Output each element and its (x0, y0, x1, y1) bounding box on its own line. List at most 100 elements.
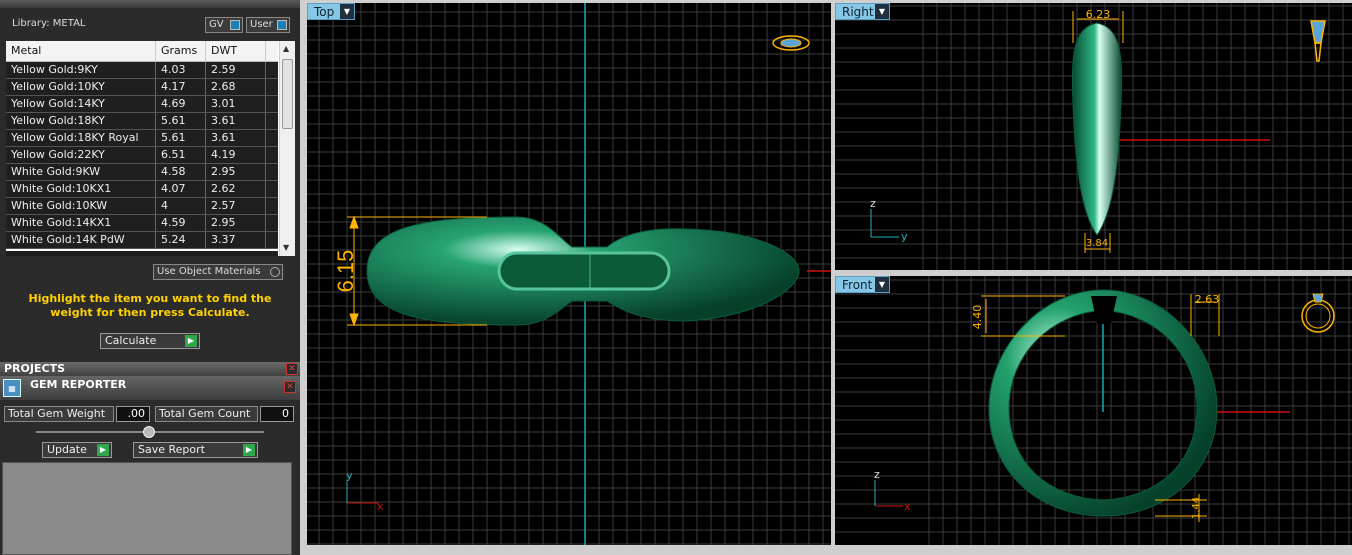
save-play-icon: ▶ (243, 444, 255, 456)
header-metal[interactable]: Metal (6, 41, 156, 61)
right-axis-y-label: y (901, 230, 908, 243)
top-axis-x-label: x (377, 500, 384, 513)
cell-grams: 5.61 (156, 113, 206, 129)
right-view-cube-icon[interactable] (1310, 20, 1326, 62)
cell-spacer (266, 181, 278, 197)
table-row[interactable]: White Gold:14K PdW 5.24 3.37 (6, 232, 278, 249)
viewport-top[interactable]: 6.15 y x Top ▼ (307, 3, 831, 545)
update-button[interactable]: Update ▶ (42, 442, 112, 458)
table-row[interactable]: Yellow Gold:18KY 5.61 3.61 (6, 113, 278, 130)
table-row[interactable]: Yellow Gold:22KY 6.51 4.19 (6, 147, 278, 164)
scroll-down-icon[interactable]: ▼ (283, 243, 289, 252)
table-row-partial (6, 251, 278, 256)
gem-reporter-close-icon[interactable]: ✕ (284, 381, 296, 393)
viewport-front-name: Front (842, 278, 873, 292)
viewport-right[interactable]: 6.23 3.84 z y Right ▼ (835, 3, 1352, 270)
gem-reporter-icon: ▦ (3, 379, 21, 397)
right-dimension-top-label: 6.23 (1086, 8, 1111, 21)
chevron-down-icon[interactable]: ▼ (340, 4, 354, 19)
use-object-materials-button[interactable]: Use Object Materials (153, 264, 283, 280)
gem-reporter-title: GEM REPORTER (30, 378, 127, 391)
use-object-materials-label: Use Object Materials (157, 266, 261, 277)
cell-metal: White Gold:10KX1 (6, 181, 156, 197)
cell-grams: 4.07 (156, 181, 206, 197)
header-dwt[interactable]: DWT (206, 41, 266, 61)
total-gem-count-value: 0 (260, 406, 294, 422)
table-row[interactable]: White Gold:14KX1 4.59 2.95 (6, 215, 278, 232)
cell-grams: 4.03 (156, 62, 206, 78)
top-view-canvas[interactable]: 6.15 y x (307, 3, 831, 545)
calculate-button[interactable]: Calculate ▶ (100, 333, 200, 349)
save-report-button[interactable]: Save Report ▶ (133, 442, 258, 458)
chevron-down-icon[interactable]: ▼ (875, 4, 889, 19)
top-dimension-label: 6.15 (333, 250, 358, 293)
table-row[interactable]: Yellow Gold:10KY 4.17 2.68 (6, 79, 278, 96)
table-row[interactable]: Yellow Gold:9KY 4.03 2.59 (6, 62, 278, 79)
cell-dwt: 3.61 (206, 130, 266, 146)
cell-spacer (266, 215, 278, 231)
report-area (2, 462, 292, 555)
viewport-front-label[interactable]: Front ▼ (835, 276, 890, 293)
cell-dwt: 3.01 (206, 96, 266, 112)
update-play-icon: ▶ (97, 444, 109, 456)
calculate-label: Calculate (105, 334, 157, 347)
cell-spacer (266, 147, 278, 163)
table-header: Metal Grams DWT (6, 41, 278, 62)
total-gem-weight-label: Total Gem Weight (4, 406, 114, 422)
ring-right-shape[interactable] (1071, 22, 1123, 236)
cell-spacer (266, 62, 278, 78)
cell-grams: 4.69 (156, 96, 206, 112)
cell-spacer (266, 113, 278, 129)
user-label: User (250, 19, 273, 30)
user-toggle-icon (277, 20, 287, 30)
front-axis-z-label: z (874, 468, 880, 481)
table-scrollbar[interactable]: ▲ ▼ (279, 41, 295, 256)
metal-table[interactable]: Metal Grams DWT Yellow Gold:9KY 4.03 2.59 Y… (6, 41, 295, 256)
cell-metal: Yellow Gold:18KY (6, 113, 156, 129)
viewport-front[interactable]: 4.40 2.63 1.44 z x Front ▼ (835, 276, 1352, 545)
cell-dwt: 2.68 (206, 79, 266, 95)
cell-spacer (266, 130, 278, 146)
right-view-canvas[interactable]: 6.23 3.84 z y (835, 3, 1352, 270)
cell-dwt: 2.95 (206, 164, 266, 180)
viewport-right-name: Right (842, 5, 874, 19)
table-row[interactable]: White Gold:10KW 4 2.57 (6, 198, 278, 215)
gv-label: GV (209, 19, 224, 30)
slider-knob[interactable] (143, 426, 155, 438)
cell-metal: White Gold:14K PdW (6, 232, 156, 248)
table-row[interactable]: Yellow Gold:14KY 4.69 3.01 (6, 96, 278, 113)
cell-metal: White Gold:10KW (6, 198, 156, 214)
right-dimension-bottom-label: 3.84 (1086, 238, 1108, 249)
table-row[interactable]: Yellow Gold:18KY Royal 5.61 3.61 (6, 130, 278, 147)
table-row[interactable]: White Gold:9KW 4.58 2.95 (6, 164, 278, 181)
total-gem-count-label: Total Gem Count (155, 406, 258, 422)
gv-toggle-icon (230, 20, 240, 30)
top-view-cube-icon[interactable] (772, 35, 810, 51)
close-icon[interactable]: ✕ (286, 363, 298, 375)
cell-metal: White Gold:9KW (6, 164, 156, 180)
library-title: Library: METAL (12, 18, 86, 29)
radio-icon (270, 267, 280, 277)
cell-metal: Yellow Gold:14KY (6, 96, 156, 112)
user-toggle[interactable]: User (246, 17, 290, 33)
cell-dwt: 2.59 (206, 62, 266, 78)
viewport-area: 6.15 y x Top ▼ 6.23 3.84 z y Right ▼ 4.4… (300, 0, 1352, 555)
cell-metal: Yellow Gold:9KY (6, 62, 156, 78)
front-view-canvas[interactable]: 4.40 2.63 1.44 z x (835, 276, 1352, 545)
cell-grams: 5.61 (156, 130, 206, 146)
report-slider[interactable] (36, 426, 264, 438)
scroll-thumb[interactable] (282, 59, 293, 129)
viewport-top-name: Top (314, 5, 335, 19)
table-row[interactable]: White Gold:10KX1 4.07 2.62 (6, 181, 278, 198)
viewport-top-label[interactable]: Top ▼ (307, 3, 355, 20)
cell-metal: Yellow Gold:22KY (6, 147, 156, 163)
gv-toggle[interactable]: GV (205, 17, 243, 33)
scroll-up-icon[interactable]: ▲ (283, 44, 289, 53)
cell-spacer (266, 164, 278, 180)
cell-grams: 4.17 (156, 79, 206, 95)
chevron-down-icon[interactable]: ▼ (875, 277, 889, 292)
cell-metal: Yellow Gold:10KY (6, 79, 156, 95)
cell-dwt: 3.37 (206, 232, 266, 248)
viewport-right-label[interactable]: Right ▼ (835, 3, 890, 20)
header-grams[interactable]: Grams (156, 41, 206, 61)
